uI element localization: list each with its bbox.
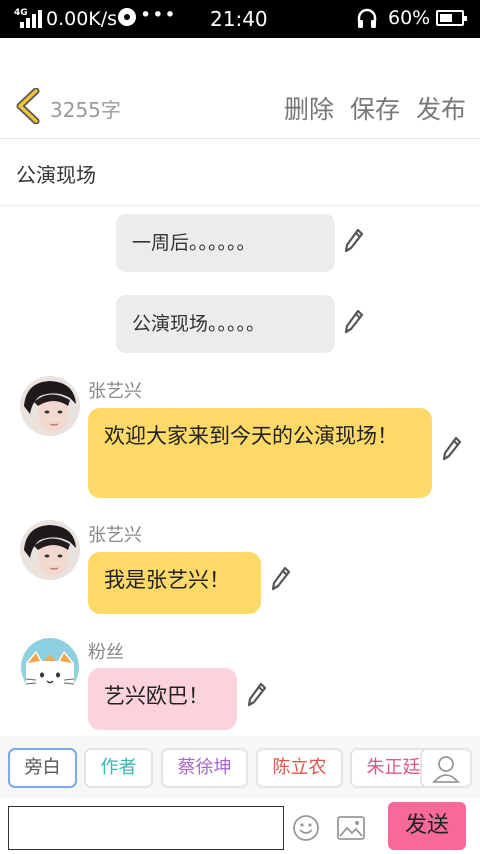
chat-text: 我是张艺兴！	[104, 568, 230, 592]
network-speed: 0.00K/s	[46, 8, 118, 30]
role-label: 蔡徐坤	[177, 757, 232, 778]
person-icon	[432, 756, 460, 783]
send-button[interactable]: 发送	[388, 802, 466, 850]
more-notifications-icon: •••	[140, 4, 177, 26]
delete-button[interactable]: 删除	[284, 90, 334, 126]
image-icon[interactable]	[337, 816, 365, 840]
speaker-name: 张艺兴	[88, 381, 142, 402]
role-label: 陈立农	[272, 757, 327, 778]
chapter-title-bar[interactable]: 公演现场	[0, 139, 480, 206]
role-selector-bar: 旁白 作者 蔡徐坤 陈立农 朱正廷	[0, 736, 480, 798]
edit-pencil-icon[interactable]	[442, 436, 462, 462]
chat-text: 艺兴欧巴！	[104, 684, 209, 708]
publish-button[interactable]: 发布	[416, 90, 466, 126]
cat-avatar[interactable]	[20, 637, 80, 697]
role-chip-author[interactable]: 作者	[84, 748, 153, 788]
speaker-name: 粉丝	[88, 642, 124, 663]
narration-text: 公演现场。。。。。	[132, 313, 266, 335]
edit-pencil-icon[interactable]	[271, 566, 291, 592]
battery-icon	[436, 10, 467, 26]
edit-pencil-icon[interactable]	[344, 228, 364, 254]
chat-bubble[interactable]: 欢迎大家来到今天的公演现场！	[88, 408, 432, 498]
role-chip-character[interactable]: 蔡徐坤	[161, 748, 248, 788]
avatar[interactable]	[20, 376, 80, 436]
chat-text: 欢迎大家来到今天的公演现场！	[104, 424, 398, 448]
battery-percent: 60%	[388, 7, 431, 29]
role-chip-narrator[interactable]: 旁白	[8, 748, 77, 788]
edit-pencil-icon[interactable]	[247, 682, 267, 708]
headphones-icon	[357, 8, 377, 28]
role-label: 旁白	[24, 757, 61, 778]
save-button[interactable]: 保存	[350, 90, 400, 126]
narration-bubble[interactable]: 公演现场。。。。。	[116, 295, 335, 353]
narration-text: 一周后。。。。。。	[132, 232, 256, 254]
chat-bubble[interactable]: 我是张艺兴！	[88, 552, 261, 614]
role-chip-character[interactable]: 陈立农	[256, 748, 343, 788]
signal-icon	[20, 10, 42, 28]
back-arrow-icon[interactable]	[14, 88, 42, 124]
emoji-icon[interactable]	[292, 814, 320, 842]
role-label: 朱正廷	[366, 757, 421, 778]
narration-bubble[interactable]: 一周后。。。。。。	[116, 214, 335, 272]
header-actions: 删除 保存 发布	[284, 90, 466, 126]
chapter-title: 公演现场	[16, 163, 96, 187]
message-input[interactable]	[8, 806, 284, 850]
compose-bar: 发送	[0, 798, 480, 854]
clock: 21:40	[210, 7, 268, 31]
avatar[interactable]	[20, 520, 80, 580]
status-bar: 4G 0.00K/s ••• 21:40 60%	[0, 0, 480, 38]
speaker-name: 张艺兴	[88, 525, 142, 546]
edit-pencil-icon[interactable]	[344, 309, 364, 335]
word-count: 3255字	[50, 98, 121, 122]
music-disc-icon	[118, 8, 136, 26]
editor-header: 3255字 删除 保存 发布	[0, 38, 480, 139]
chat-bubble[interactable]: 艺兴欧巴！	[88, 668, 237, 730]
manage-roles-button[interactable]	[420, 748, 472, 788]
role-label: 作者	[100, 757, 137, 778]
